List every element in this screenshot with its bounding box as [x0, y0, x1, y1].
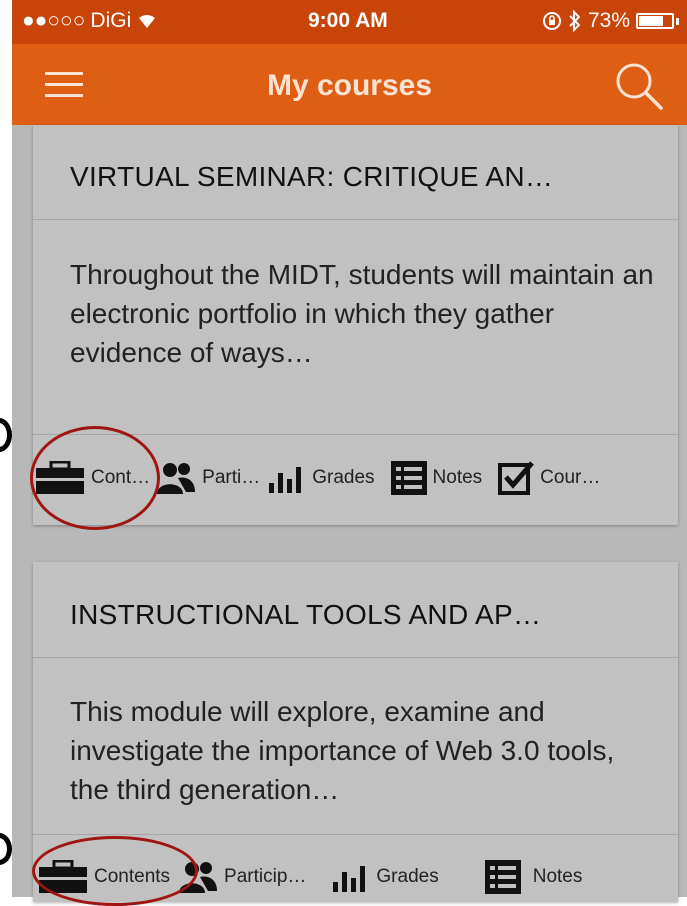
search-icon[interactable] — [613, 60, 665, 112]
grades-button[interactable]: Grades — [268, 463, 375, 493]
annotation-mark — [0, 833, 12, 865]
notes-button[interactable]: Notes — [390, 461, 482, 495]
annotation-circle — [30, 426, 160, 530]
battery-percent: 73% — [587, 9, 630, 32]
course-title[interactable]: INSTRUCTIONAL TOOLS AND AP… — [70, 599, 541, 631]
left-edge-mask — [0, 369, 12, 540]
signal-dots-icon: ●●○○○ — [22, 9, 86, 32]
divider — [33, 834, 678, 835]
divider — [33, 219, 678, 220]
rotation-lock-icon — [542, 12, 561, 30]
divider — [33, 657, 678, 658]
bar-chart-icon — [333, 866, 366, 892]
left-edge-mask — [0, 540, 12, 790]
annotation-circle — [32, 836, 198, 906]
participants-icon — [157, 463, 196, 494]
app-bar: My courses — [12, 44, 687, 125]
list-icon — [484, 860, 521, 894]
status-right: 73% — [542, 9, 679, 33]
battery-tip — [676, 17, 679, 25]
status-time: 9:00 AM — [308, 9, 388, 32]
battery-icon — [636, 13, 674, 29]
bluetooth-icon — [569, 10, 581, 32]
carrier-info: ●●○○○ DiGi — [22, 9, 158, 33]
course-completion-button[interactable]: Cour… — [498, 461, 600, 495]
course-description: Throughout the MIDT, students will maint… — [70, 259, 654, 368]
wifi-icon — [139, 14, 156, 28]
grades-button[interactable]: Grades — [332, 862, 439, 892]
notes-button[interactable]: Notes — [484, 860, 582, 894]
course-description: This module will explore, examine and in… — [70, 696, 615, 805]
carrier-name: DiGi — [90, 9, 132, 32]
participants-button[interactable]: Parti… — [156, 462, 260, 494]
course-title[interactable]: VIRTUAL SEMINAR: CRITIQUE AN… — [70, 161, 553, 193]
list-icon — [390, 461, 427, 495]
page-title: My courses — [266, 69, 433, 102]
left-edge-mask — [0, 125, 12, 369]
bar-chart-icon — [269, 467, 302, 493]
checkbox-icon — [498, 461, 535, 495]
status-bar: ●●○○○ DiGi 9:00 AM 73% — [12, 0, 687, 44]
